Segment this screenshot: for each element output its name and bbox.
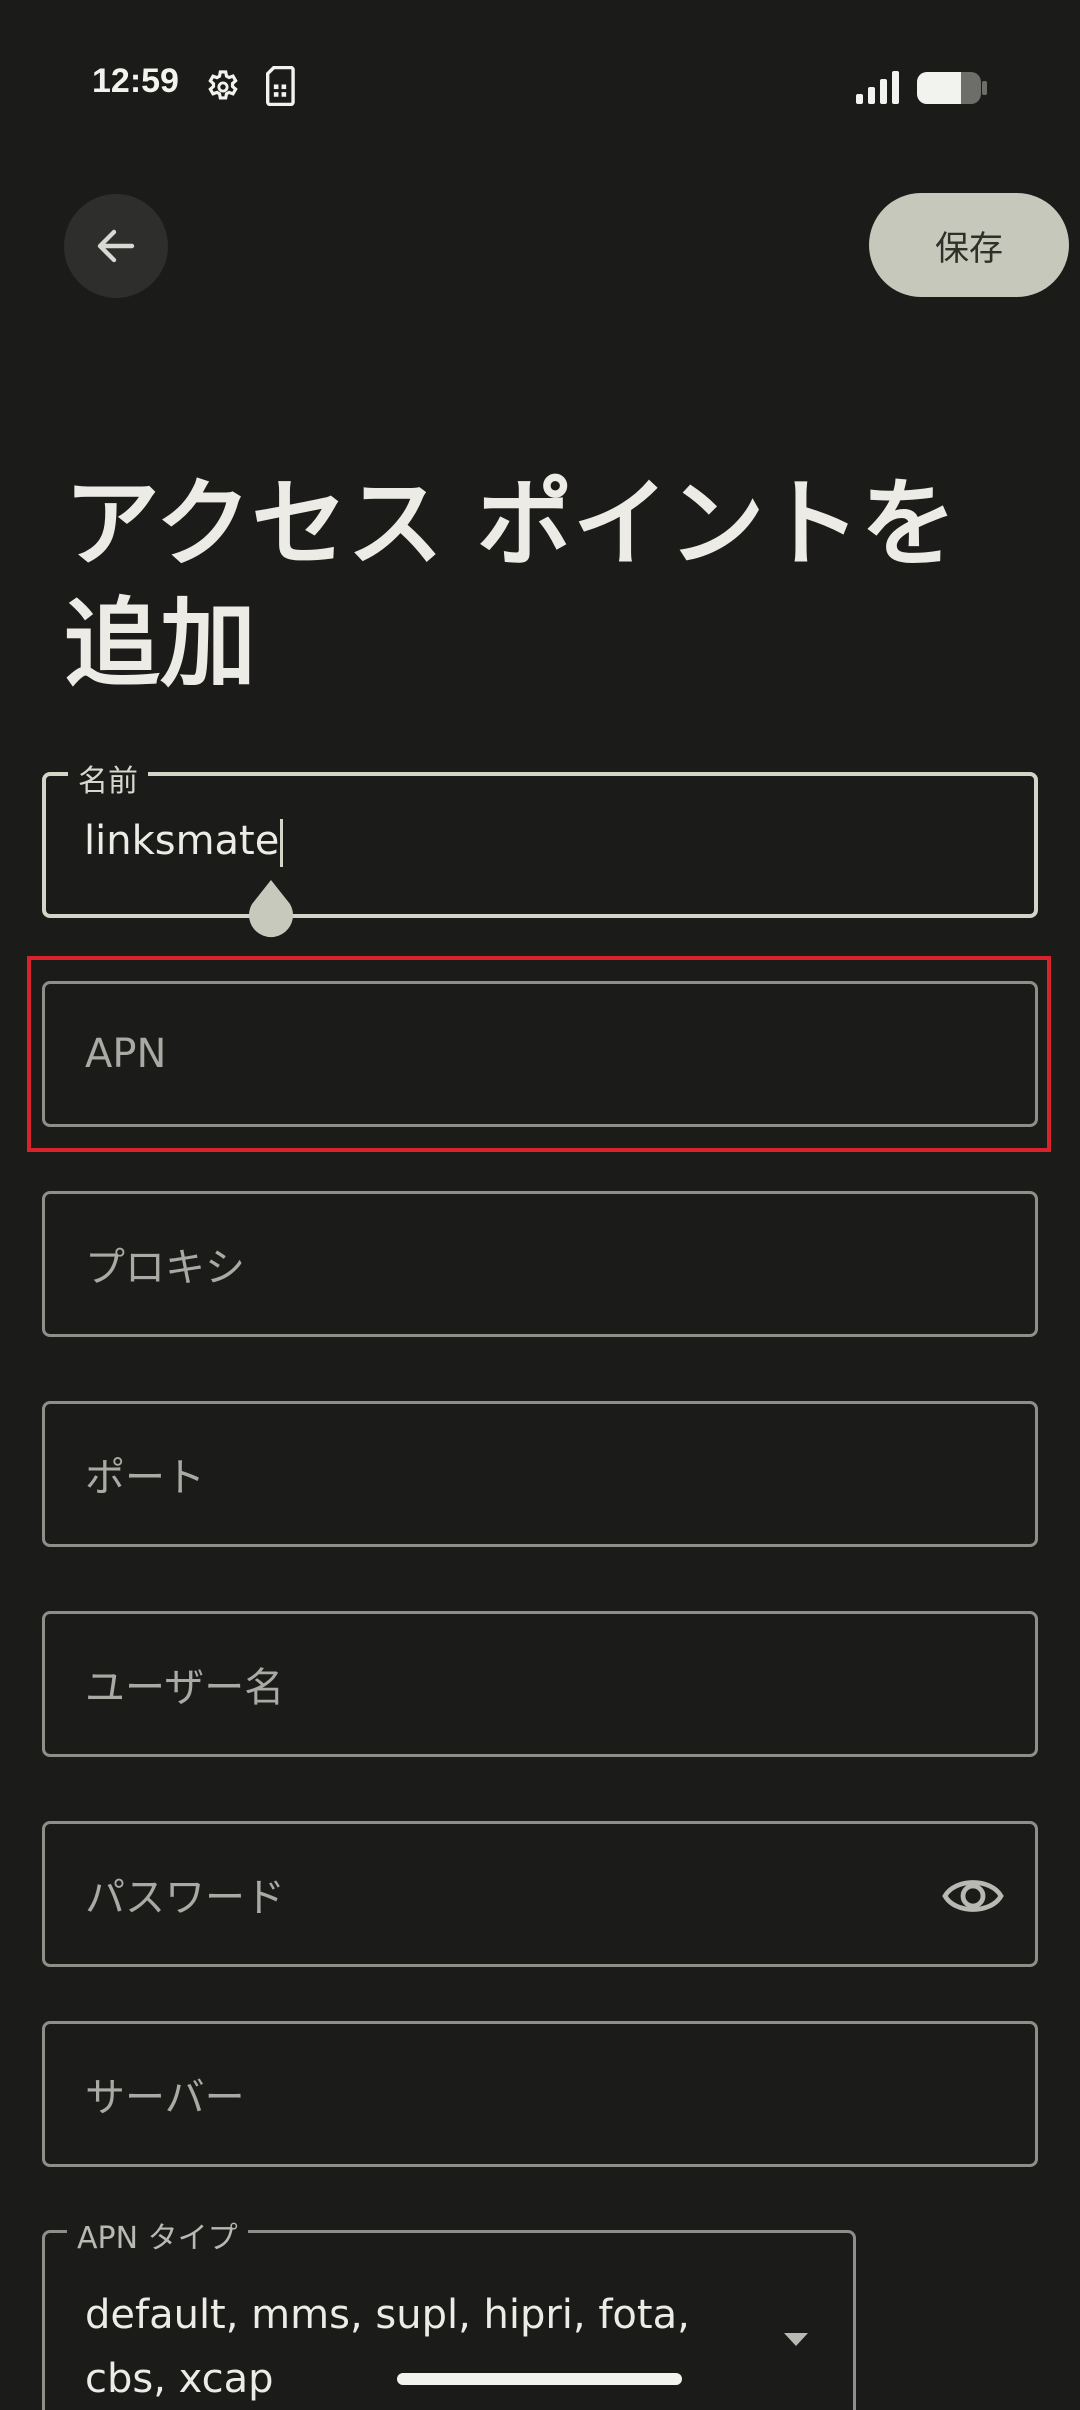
apn-field-placeholder: APN bbox=[85, 1031, 167, 1077]
name-field-label: 名前 bbox=[68, 756, 148, 800]
signal-strength-icon bbox=[856, 71, 899, 104]
apn-field[interactable]: APN bbox=[42, 981, 1038, 1127]
text-caret bbox=[280, 819, 284, 867]
back-button[interactable] bbox=[64, 194, 168, 298]
arrow-back-icon bbox=[97, 229, 135, 263]
password-field[interactable]: パスワード bbox=[42, 1821, 1038, 1967]
name-field-value: linksmate bbox=[84, 818, 284, 867]
port-field[interactable]: ポート bbox=[42, 1401, 1038, 1547]
username-field[interactable]: ユーザー名 bbox=[42, 1611, 1038, 1757]
port-field-placeholder: ポート bbox=[85, 1455, 205, 1501]
status-time: 12:59 bbox=[92, 62, 179, 100]
proxy-field-placeholder: プロキシ bbox=[85, 1245, 245, 1291]
battery-icon bbox=[917, 72, 987, 104]
dropdown-arrow-icon bbox=[784, 2333, 808, 2346]
proxy-field[interactable]: プロキシ bbox=[42, 1191, 1038, 1337]
username-field-placeholder: ユーザー名 bbox=[85, 1665, 285, 1711]
server-field-placeholder: サーバー bbox=[85, 2075, 245, 2121]
apn-type-label: APN タイプ bbox=[67, 2213, 248, 2257]
home-indicator[interactable] bbox=[397, 2373, 682, 2385]
apn-type-value: default, mms, supl, hipri, fota, cbs, xc… bbox=[85, 2292, 690, 2402]
settings-gear-icon bbox=[208, 70, 238, 100]
name-field-text: linksmate bbox=[84, 818, 280, 864]
save-button[interactable]: 保存 bbox=[869, 193, 1069, 297]
page-title: アクセス ポイントを追加 bbox=[64, 468, 957, 700]
password-field-placeholder: パスワード bbox=[85, 1875, 285, 1921]
sim-card-icon bbox=[266, 66, 295, 106]
screen: 12:59 保存 アクセス ポイントを追加 名前 linksmate APN プ… bbox=[0, 0, 1080, 2410]
text-cursor-handle[interactable] bbox=[245, 878, 297, 940]
eye-icon[interactable] bbox=[941, 1868, 1005, 1924]
name-field[interactable]: 名前 linksmate bbox=[42, 756, 1038, 918]
server-field[interactable]: サーバー bbox=[42, 2021, 1038, 2167]
